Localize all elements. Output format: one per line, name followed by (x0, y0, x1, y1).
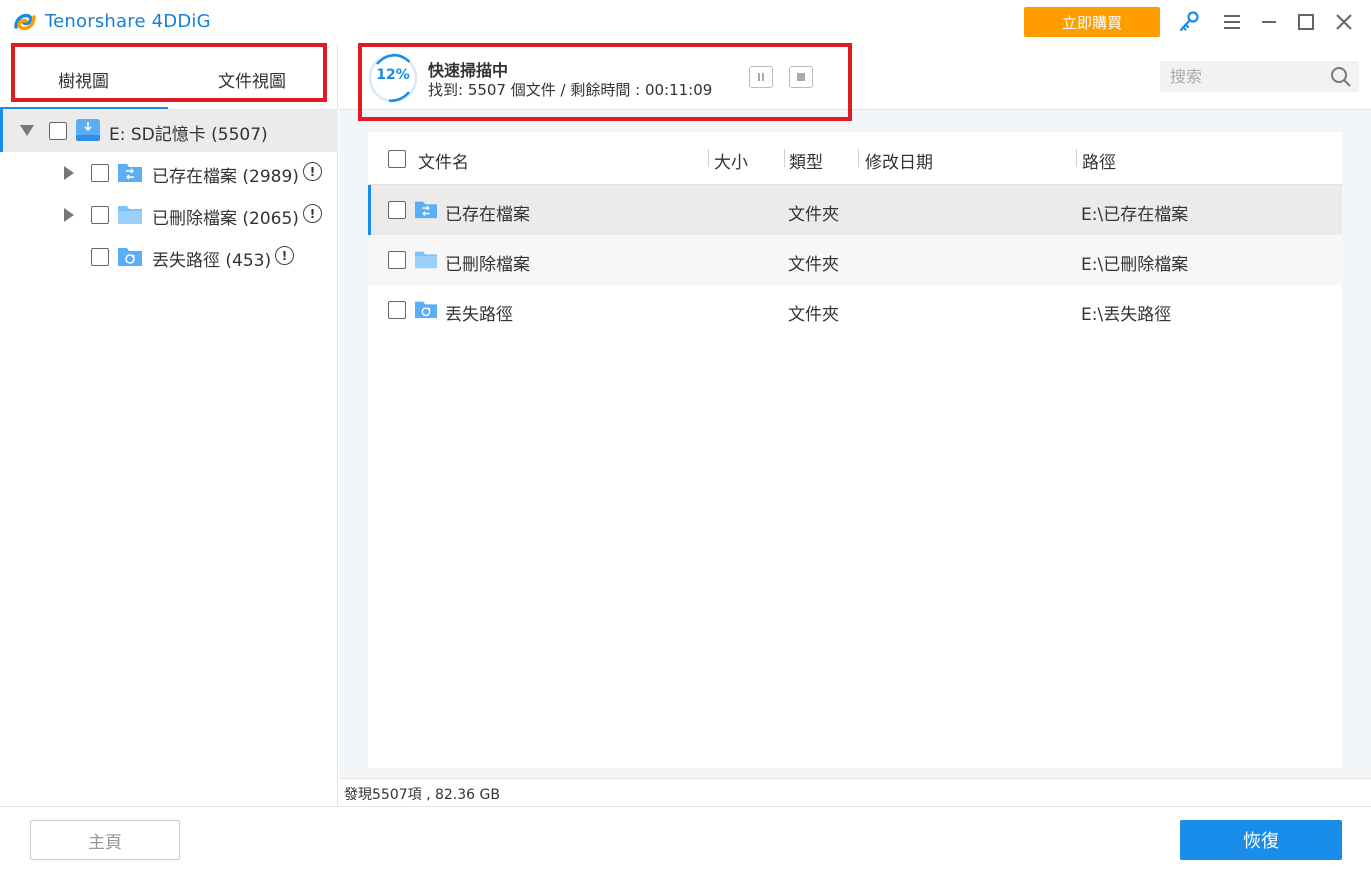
tree-item-label: 已刪除檔案 (2065) (152, 209, 299, 229)
checkbox[interactable] (91, 248, 109, 266)
tree-item-label: E: SD記憶卡 (5507) (109, 125, 268, 145)
maximize-icon[interactable] (1292, 8, 1320, 36)
search-icon[interactable] (1330, 66, 1352, 88)
file-name: 丟失路徑 (445, 305, 513, 325)
table-row[interactable]: 已存在檔案 文件夾 E:\已存在檔案 (368, 185, 1342, 235)
info-icon[interactable]: ! (303, 204, 322, 223)
checkbox[interactable] (388, 301, 406, 319)
status-summary: 發現5507項 , 82.36 GB (344, 787, 500, 803)
column-header-size[interactable]: 大小 (714, 148, 748, 173)
folder-icon (415, 251, 437, 269)
checkbox[interactable] (49, 122, 67, 140)
column-header-path[interactable]: 路徑 (1082, 148, 1116, 173)
tree-item-sd-card[interactable]: E: SD記憶卡 (5507) (0, 109, 338, 152)
checkbox[interactable] (388, 201, 406, 219)
view-tabs: 樹視圖 文件視圖 (11, 43, 327, 102)
collapse-arrow-icon[interactable] (20, 125, 34, 136)
file-type: 文件夾 (788, 305, 839, 325)
file-path: E:\已存在檔案 (1081, 205, 1189, 225)
column-header-modified[interactable]: 修改日期 (865, 148, 933, 173)
file-type: 文件夾 (788, 255, 839, 275)
close-icon[interactable] (1330, 8, 1358, 36)
info-icon[interactable]: ! (275, 246, 294, 265)
existing-folder-icon (118, 164, 142, 182)
file-name: 已刪除檔案 (445, 255, 530, 275)
column-divider[interactable] (784, 149, 785, 167)
home-button[interactable]: 主頁 (30, 820, 180, 860)
expand-arrow-icon[interactable] (64, 166, 74, 180)
checkbox[interactable] (91, 206, 109, 224)
sd-card-drive-icon (76, 119, 100, 141)
folder-icon (118, 206, 142, 224)
minimize-icon[interactable] (1255, 8, 1283, 36)
lost-folder-icon (415, 301, 437, 319)
table-row[interactable]: 已刪除檔案 文件夾 E:\已刪除檔案 (368, 235, 1342, 285)
menu-icon[interactable] (1218, 8, 1246, 36)
column-header-type[interactable]: 類型 (789, 148, 823, 173)
scan-highlight-box (358, 43, 852, 121)
tab-file-view[interactable]: 文件視圖 (218, 67, 286, 92)
column-divider[interactable] (1076, 149, 1077, 167)
table-row[interactable]: 丟失路徑 文件夾 E:\丟失路徑 (368, 285, 1342, 335)
expand-arrow-icon[interactable] (64, 208, 74, 222)
app-title: Tenorshare 4DDiG (45, 11, 211, 32)
checkbox[interactable] (91, 164, 109, 182)
tab-tree-view[interactable]: 樹視圖 (58, 67, 109, 92)
file-path: E:\已刪除檔案 (1081, 255, 1189, 275)
column-divider[interactable] (708, 149, 709, 167)
buy-now-button[interactable]: 立即購買 (1024, 7, 1160, 37)
status-bar: 發現5507項 , 82.36 GB (339, 778, 1371, 806)
info-icon[interactable]: ! (303, 162, 322, 181)
search-input[interactable] (1170, 66, 1320, 86)
tree-item-lost-paths[interactable]: 丟失路徑 (453) ! (0, 236, 338, 278)
file-name: 已存在檔案 (445, 205, 530, 225)
search-box (1160, 61, 1359, 92)
tree-item-label: 丟失路徑 (453) (152, 251, 272, 271)
existing-folder-icon (415, 201, 437, 219)
checkbox[interactable] (388, 251, 406, 269)
tree-item-deleted-files[interactable]: 已刪除檔案 (2065) ! (0, 194, 338, 236)
select-all-checkbox[interactable] (388, 150, 406, 168)
tree-item-label: 已存在檔案 (2989) (152, 167, 299, 187)
lost-folder-icon (118, 248, 142, 266)
column-divider[interactable] (858, 149, 859, 167)
recover-button[interactable]: 恢復 (1180, 820, 1342, 860)
footer: 主頁 恢復 (0, 806, 1371, 870)
tree-item-existing-files[interactable]: 已存在檔案 (2989) ! (0, 152, 338, 194)
file-path: E:\丟失路徑 (1081, 305, 1172, 325)
file-type: 文件夾 (788, 205, 839, 225)
table-header: 文件名 大小 類型 修改日期 路徑 (368, 134, 1342, 185)
column-header-name[interactable]: 文件名 (418, 148, 469, 173)
key-icon[interactable] (1175, 8, 1203, 36)
app-logo-icon (14, 13, 36, 31)
